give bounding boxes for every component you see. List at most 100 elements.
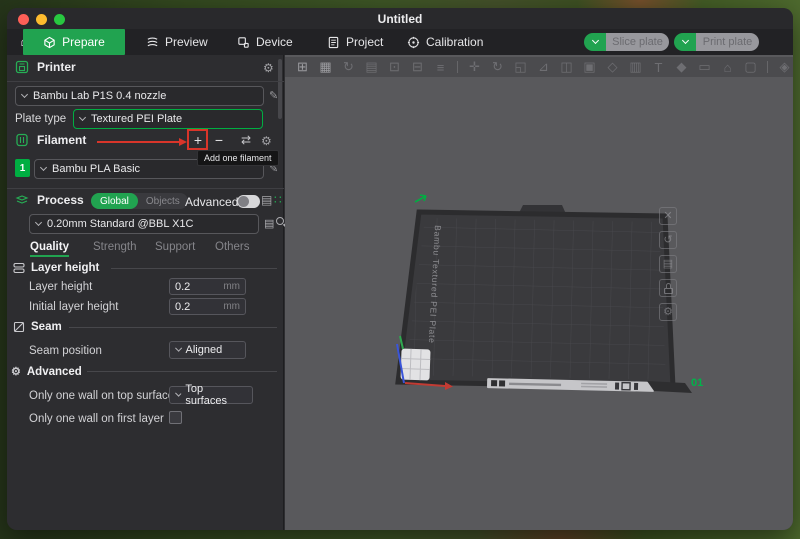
process-preset-value: 0.20mm Standard @BBL X1C [47,218,194,230]
tab-prepare-label: Prepare [62,35,105,49]
chevron-down-icon [21,91,28,98]
project-document-icon [327,36,340,49]
filament-preset-value: Bambu PLA Basic [52,163,140,175]
annotation-arrow-line [97,141,179,143]
chevron-down-icon [175,390,181,396]
plate-type-value: Textured PEI Plate [91,113,182,125]
one-wall-top-value: Top surfaces [185,383,246,407]
layer-height-value: 0.2 [175,281,190,293]
seam-icon [13,321,25,333]
3d-viewport[interactable]: ⊞ ▦ ↻ ▤ ⊡ ⊟ ≡ ✛ ↻ ◱ ⊿ ◫ ▣ ◇ ▥ T ◆ ▭ ⌂ ▢ … [285,55,793,530]
slice-plate-button[interactable]: Slice plate [584,33,669,51]
seam-position-value: Aligned [186,344,223,356]
preview-layers-icon [146,36,159,49]
scope-objects-option[interactable]: Objects [138,196,188,207]
plate-grid [405,218,666,380]
printer-preset-value: Bambu Lab P1S 0.4 nozzle [33,90,166,102]
tab-calibration-label: Calibration [426,35,483,49]
print-options-dropdown[interactable] [674,33,696,51]
plate-name-icon[interactable]: ▤ [659,255,677,273]
section-rule [87,371,277,372]
lock-plate-icon[interactable] [659,279,677,297]
build-plate-scene[interactable]: Bambu Textured PEI Plate [285,55,793,530]
objects-list-icon[interactable]: ∷ [274,193,282,207]
edit-printer-icon[interactable]: ✎ [269,89,278,102]
seam-section-header: Seam [13,321,62,333]
seam-position-label: Seam position [29,345,102,357]
save-preset-icon[interactable]: ▤ [264,217,274,230]
sidebar-scrollbar[interactable] [278,59,282,119]
tab-prepare[interactable]: Prepare [23,29,125,55]
advanced-toggle-label: Advanced [185,195,238,209]
remove-filament-button[interactable]: − [211,132,227,148]
printer-settings-gear-icon[interactable]: ⚙ [263,61,274,75]
one-wall-first-layer-label: Only one wall on first layer [29,413,164,425]
calibration-icon [407,36,420,49]
layer-height-icon [13,262,25,274]
layer-height-section-title: Layer height [31,262,99,274]
slice-plate-label: Slice plate [606,33,669,51]
process-tab-quality[interactable]: Quality [30,241,69,253]
filament-settings-gear-icon[interactable]: ⚙ [261,134,272,148]
section-rule [69,327,277,328]
process-tab-support[interactable]: Support [155,241,195,253]
search-preset-icon[interactable] [276,217,284,225]
advanced-section-title: Advanced [27,366,82,378]
window-title: Untitled [7,12,793,26]
printer-section-title: Printer [37,60,76,74]
tab-calibration[interactable]: Calibration [407,29,483,55]
filament-index-badge: 1 [15,159,30,177]
toggle-knob [238,196,249,207]
tab-device[interactable]: Device [237,29,293,55]
process-tab-others[interactable]: Others [215,241,250,253]
plate-settings-icon[interactable]: ⚙ [659,303,677,321]
filament-section-title: Filament [37,133,86,147]
annotation-highlight-box [187,129,208,150]
parameter-table-icon[interactable]: ▤ [261,193,272,207]
filament-icon [15,133,29,147]
process-scope-toggle[interactable]: Global Objects [91,193,188,209]
initial-layer-height-input[interactable]: 0.2 mm [169,298,246,315]
titlebar: Untitled [7,8,793,29]
one-wall-top-label: Only one wall on top surfaces [29,390,180,402]
advanced-toggle[interactable] [237,195,260,208]
advanced-gears-icon: ⚙ [11,365,21,378]
scope-global-option[interactable]: Global [91,193,138,209]
chevron-down-icon [681,37,688,44]
chevron-down-icon [35,219,42,226]
add-filament-tooltip: Add one filament [197,150,279,166]
seam-position-dropdown[interactable]: Aligned [169,341,246,359]
annotation-arrow-head [179,138,187,146]
process-preset-dropdown[interactable]: 0.20mm Standard @BBL X1C [29,214,259,234]
ams-sync-icon[interactable]: ⇄ [238,133,254,147]
print-plate-button[interactable]: Print plate [674,33,759,51]
main-navbar: ⌂ Prepare Preview Device Project Calibra… [7,29,793,55]
process-section-header: Process [15,193,84,207]
process-icon [15,193,29,207]
chevron-down-icon [79,114,86,121]
tab-project[interactable]: Project [327,29,383,55]
tab-preview[interactable]: Preview [146,29,208,55]
printer-preset-dropdown[interactable]: Bambu Lab P1S 0.4 nozzle [15,86,264,106]
rotate-plate-icon[interactable]: ↺ [659,231,677,249]
process-section-title: Process [37,193,84,207]
process-tab-strength[interactable]: Strength [93,241,136,253]
slice-options-dropdown[interactable] [584,33,606,51]
plate-type-dropdown[interactable]: Textured PEI Plate [73,109,263,129]
delete-plate-icon[interactable]: ✕ [659,207,677,225]
layer-height-label: Layer height [29,281,92,293]
layer-height-input[interactable]: 0.2 mm [169,278,246,295]
tab-device-label: Device [256,35,293,49]
device-icon [237,36,250,49]
filament-section-header: Filament [15,133,86,147]
lock-body [664,288,673,294]
seam-section-title: Seam [31,321,62,333]
layer-height-section-header: Layer height [13,262,99,274]
advanced-section-header: ⚙ Advanced [11,365,82,378]
one-wall-first-layer-checkbox[interactable] [169,411,182,424]
chevron-down-icon [175,345,181,351]
plate-type-label: Plate type [15,113,66,125]
layer-height-unit: mm [223,281,240,292]
one-wall-top-dropdown[interactable]: Top surfaces [169,386,253,404]
prepare-cube-icon [43,36,56,49]
